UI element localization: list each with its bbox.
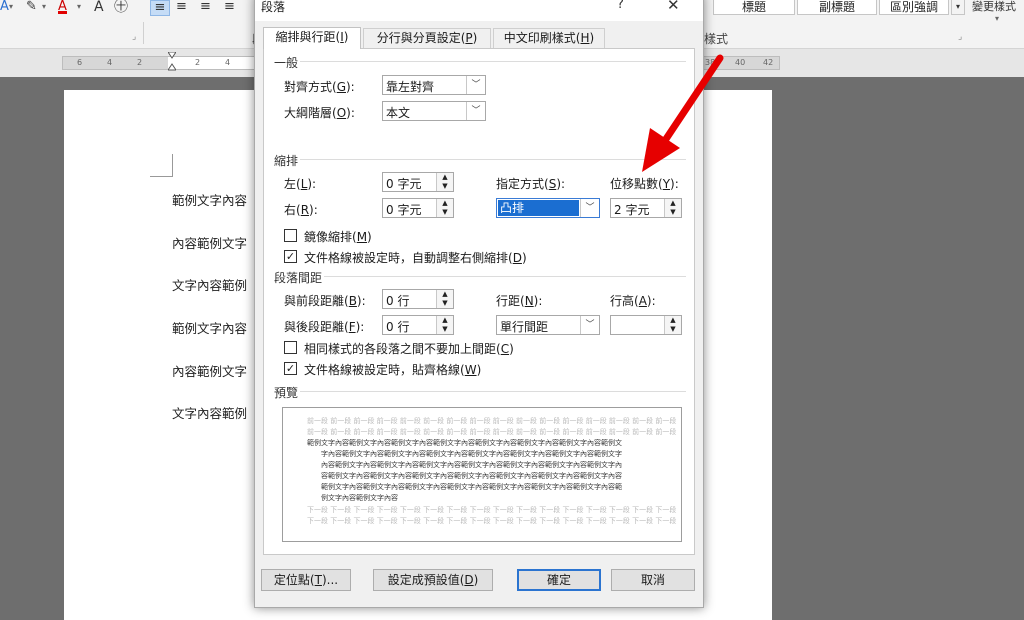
style-subtle-emphasis[interactable]: 區別強調	[879, 0, 949, 15]
font-color-icon[interactable]: A	[58, 0, 67, 14]
spacing-before-label: 與前段距離(B):	[284, 294, 366, 308]
mirror-indents-checkbox[interactable]	[284, 229, 297, 242]
document-line[interactable]: 內容範例文字	[172, 233, 247, 252]
ribbon-separator	[143, 22, 144, 44]
set-as-default-button[interactable]: 設定成預設值(D)	[373, 569, 493, 591]
red-arrow-annotation-icon	[642, 54, 724, 172]
document-line[interactable]: 文字內容範例	[172, 275, 247, 294]
chevron-down-icon: ﹀	[580, 316, 599, 334]
line-spacing-at-label: 行高(A):	[610, 294, 656, 308]
indent-right-spinner[interactable]: 0 字元 ▲ ▼	[382, 198, 454, 218]
spin-down-icon[interactable]: ▼	[665, 208, 681, 217]
spin-down-icon[interactable]: ▼	[437, 299, 453, 308]
ok-button[interactable]: 確定	[517, 569, 601, 591]
change-styles-button[interactable]: 變更樣式	[972, 0, 1016, 14]
section-spacing: 段落間距	[274, 271, 323, 285]
align-left-icon[interactable]: ≡	[150, 0, 170, 16]
chevron-down-icon: ﹀	[466, 102, 485, 120]
phonetic-guide-icon[interactable]: A	[94, 0, 104, 14]
close-button[interactable]: ✕	[667, 0, 680, 14]
line-spacing-at-spinner[interactable]: ▲ ▼	[610, 315, 682, 335]
indent-left-spinner[interactable]: 0 字元 ▲ ▼	[382, 172, 454, 192]
tab-line-page-breaks[interactable]: 分行與分頁設定(P)	[363, 28, 491, 48]
spin-down-icon[interactable]: ▼	[437, 208, 453, 217]
dropdown-arrow-icon[interactable]: ▾	[9, 0, 13, 14]
highlighter-icon[interactable]: ✎	[26, 0, 37, 14]
spin-down-icon[interactable]: ▼	[665, 325, 681, 334]
document-line[interactable]: 文字內容範例	[172, 403, 247, 422]
style-heading[interactable]: 標題	[713, 0, 795, 15]
align-right-icon[interactable]: ≡	[200, 0, 211, 14]
document-line[interactable]: 內容範例文字	[172, 361, 247, 380]
auto-adjust-right-indent-label: 文件格線被設定時，自動調整右側縮排(D)	[304, 251, 527, 265]
spacing-before-spinner[interactable]: 0 行 ▲ ▼	[382, 289, 454, 309]
line-spacing-select[interactable]: 單行間距 ﹀	[496, 315, 600, 335]
indent-left-label: 左(L):	[284, 177, 317, 191]
dialog-launcher-icon[interactable]: ⌟	[958, 32, 962, 42]
indent-marker-icon[interactable]	[168, 52, 176, 72]
text-effects-icon[interactable]: A	[0, 0, 9, 14]
indent-by-spinner[interactable]: 2 字元 ▲ ▼	[610, 198, 682, 218]
section-general: 一般	[274, 56, 299, 70]
align-center-icon[interactable]: ≡	[176, 0, 187, 14]
style-subtitle[interactable]: 副標題	[797, 0, 877, 15]
page-corner-mark	[150, 154, 173, 177]
line-spacing-label: 行距(N):	[496, 294, 543, 308]
outline-level-select[interactable]: 本文 ﹀	[382, 101, 486, 121]
snap-to-grid-checkbox[interactable]: ✓	[284, 362, 297, 375]
cancel-button[interactable]: 取消	[611, 569, 695, 591]
section-preview: 預覽	[274, 386, 299, 400]
spacing-after-label: 與後段距離(F):	[284, 320, 365, 334]
auto-adjust-right-indent-checkbox[interactable]: ✓	[284, 250, 297, 263]
dialog-titlebar[interactable]: 段落 ? ✕	[255, 0, 703, 21]
chevron-down-icon: ﹀	[580, 199, 599, 217]
tabs-button[interactable]: 定位點(T)...	[261, 569, 351, 591]
chevron-down-icon: ﹀	[466, 76, 485, 94]
alignment-select[interactable]: 靠左對齊 ﹀	[382, 75, 486, 95]
tab-indents-spacing[interactable]: 縮排與行距(I)	[263, 27, 361, 49]
dialog-launcher-icon[interactable]: ⌟	[132, 32, 136, 42]
outline-level-label: 大綱階層(O):	[284, 106, 355, 120]
document-line[interactable]: 範例文字內容	[172, 318, 247, 337]
justify-icon[interactable]: ≡	[224, 0, 235, 14]
no-space-same-style-checkbox[interactable]	[284, 341, 297, 354]
spin-down-icon[interactable]: ▼	[437, 325, 453, 334]
indent-right-label: 右(R):	[284, 203, 318, 217]
ribbon-group-label: 樣式	[704, 32, 729, 46]
spacing-after-spinner[interactable]: 0 行 ▲ ▼	[382, 315, 454, 335]
snap-to-grid-label: 文件格線被設定時，貼齊格線(W)	[304, 363, 482, 377]
document-line[interactable]: 範例文字內容	[172, 190, 247, 209]
alignment-label: 對齊方式(G):	[284, 80, 355, 94]
enclose-character-icon[interactable]: ㊉	[114, 0, 128, 14]
dialog-title: 段落	[261, 0, 286, 14]
dropdown-arrow-icon[interactable]: ▾	[77, 0, 81, 14]
help-button[interactable]: ?	[617, 0, 624, 12]
spin-down-icon[interactable]: ▼	[437, 182, 453, 191]
mirror-indents-label: 鏡像縮排(M)	[304, 230, 372, 244]
no-space-same-style-label: 相同樣式的各段落之間不要加上間距(C)	[304, 342, 514, 356]
paragraph-preview: 前一段 前一段 前一段 前一段 前一段 前一段 前一段 前一段 前一段 前一段 …	[282, 407, 682, 542]
dropdown-arrow-icon[interactable]: ▾	[995, 12, 999, 26]
tab-asian-typography[interactable]: 中文印刷樣式(H)	[493, 28, 605, 48]
section-indentation: 縮排	[274, 154, 299, 168]
gallery-scroll-icon[interactable]: ▾	[951, 0, 965, 15]
special-indent-label: 指定方式(S):	[496, 177, 566, 191]
dropdown-arrow-icon[interactable]: ▾	[42, 0, 46, 14]
special-indent-select[interactable]: 凸排 ﹀	[496, 198, 600, 218]
